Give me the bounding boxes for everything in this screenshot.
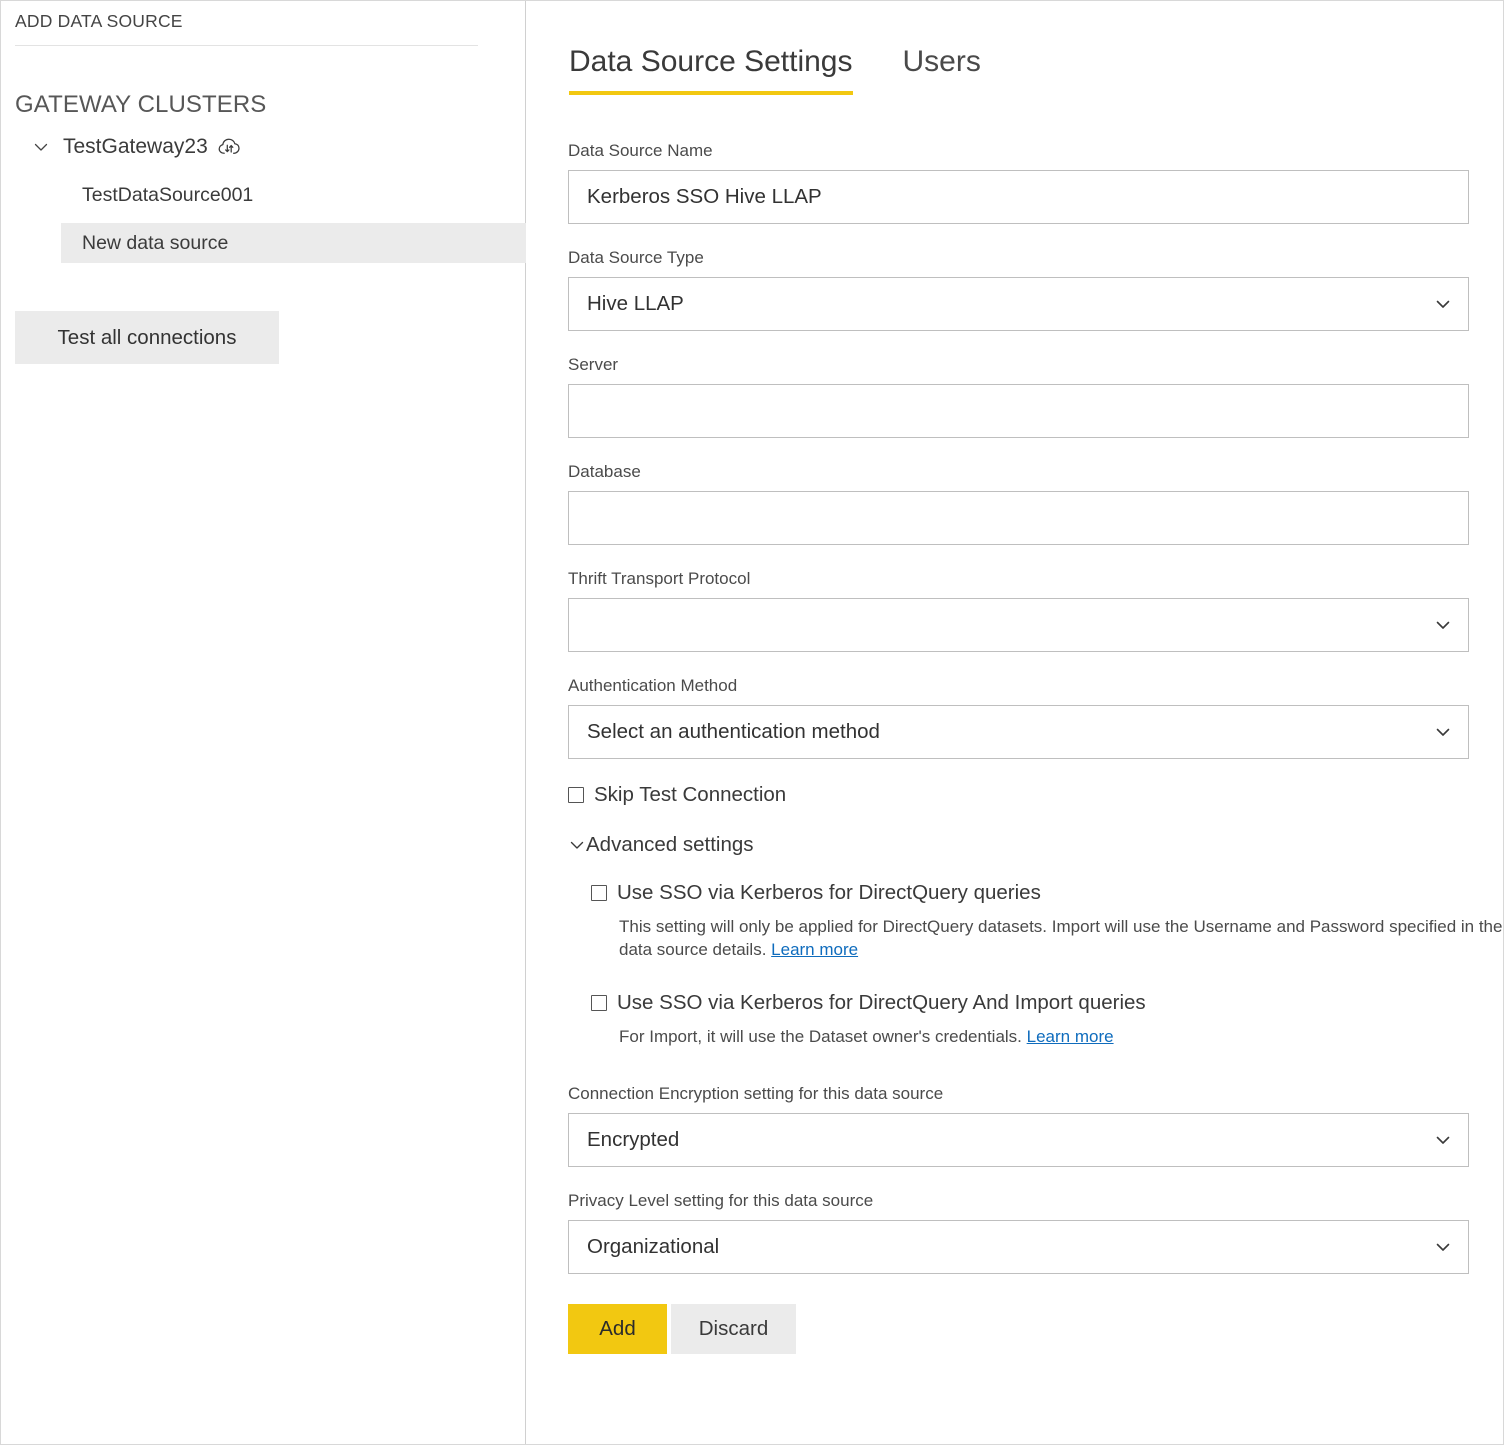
data-source-settings-form: Data Source Name Data Source Type Hive L…	[568, 141, 1469, 1354]
skip-test-connection-checkbox[interactable]: Skip Test Connection	[568, 783, 1469, 807]
sso-directquery-help-body: This setting will only be applied for Di…	[619, 917, 1502, 959]
privacy-level-value: Organizational	[587, 1235, 719, 1259]
thrift-transport-protocol-label: Thrift Transport Protocol	[568, 569, 1469, 589]
checkbox-icon[interactable]	[591, 885, 607, 901]
tab-data-source-settings[interactable]: Data Source Settings	[569, 45, 853, 95]
data-source-detail-pane: Data Source Settings Users Data Source N…	[527, 1, 1503, 1444]
field-data-source-name: Data Source Name	[568, 141, 1469, 224]
list-item-label: TestDataSource001	[82, 184, 253, 207]
authentication-method-dropdown[interactable]: Select an authentication method	[568, 705, 1469, 759]
data-source-type-label: Data Source Type	[568, 248, 1469, 268]
add-button[interactable]: Add	[568, 1304, 667, 1354]
advanced-settings-label: Advanced settings	[586, 833, 754, 857]
privacy-level-label: Privacy Level setting for this data sour…	[568, 1191, 1469, 1211]
chevron-down-icon[interactable]	[29, 135, 53, 159]
tab-strip: Data Source Settings Users	[569, 45, 981, 95]
test-all-connections-button[interactable]: Test all connections	[15, 311, 279, 364]
data-source-type-dropdown[interactable]: Hive LLAP	[568, 277, 1469, 331]
page-title: ADD DATA SOURCE	[15, 11, 183, 32]
chevron-down-icon	[1432, 721, 1454, 743]
field-thrift-transport-protocol: Thrift Transport Protocol	[568, 569, 1469, 652]
connection-encryption-label: Connection Encryption setting for this d…	[568, 1084, 1469, 1104]
sidebar-divider	[15, 45, 478, 46]
advanced-settings-toggle[interactable]: Advanced settings	[568, 833, 1469, 857]
sso-directquery-import-label: Use SSO via Kerberos for DirectQuery And…	[617, 991, 1146, 1015]
sso-directquery-help-text: This setting will only be applied for Di…	[619, 915, 1504, 961]
server-label: Server	[568, 355, 1469, 375]
thrift-transport-protocol-dropdown[interactable]	[568, 598, 1469, 652]
checkbox-icon[interactable]	[591, 995, 607, 1011]
data-source-name-input[interactable]	[568, 170, 1469, 224]
sso-directquery-import-help-body: For Import, it will use the Dataset owne…	[619, 1027, 1022, 1046]
sidebar-item-testdatasource001[interactable]: TestDataSource001	[61, 175, 526, 215]
sidebar-item-new-data-source[interactable]: New data source	[61, 223, 526, 263]
server-input[interactable]	[568, 384, 1469, 438]
list-item-label: New data source	[82, 232, 228, 255]
chevron-down-icon	[1432, 614, 1454, 636]
field-data-source-type: Data Source Type Hive LLAP	[568, 248, 1469, 331]
sso-directquery-label: Use SSO via Kerberos for DirectQuery que…	[617, 881, 1041, 905]
field-privacy-level: Privacy Level setting for this data sour…	[568, 1191, 1469, 1274]
chevron-down-icon	[1432, 1129, 1454, 1151]
field-server: Server	[568, 355, 1469, 438]
connection-encryption-value: Encrypted	[587, 1128, 679, 1152]
advanced-settings-body: Use SSO via Kerberos for DirectQuery que…	[568, 881, 1469, 1048]
skip-test-connection-label: Skip Test Connection	[594, 783, 786, 807]
form-actions: Add Discard	[568, 1304, 1469, 1354]
connection-encryption-dropdown[interactable]: Encrypted	[568, 1113, 1469, 1167]
chevron-down-icon	[1432, 293, 1454, 315]
data-source-name-label: Data Source Name	[568, 141, 1469, 161]
field-authentication-method: Authentication Method Select an authenti…	[568, 676, 1469, 759]
discard-button[interactable]: Discard	[671, 1304, 796, 1354]
authentication-method-label: Authentication Method	[568, 676, 1469, 696]
chevron-down-icon	[1432, 1236, 1454, 1258]
sso-directquery-import-help-text: For Import, it will use the Dataset owne…	[619, 1025, 1504, 1048]
database-input[interactable]	[568, 491, 1469, 545]
add-data-source-page: ADD DATA SOURCE GATEWAY CLUSTERS TestGat…	[0, 0, 1504, 1445]
field-database: Database	[568, 462, 1469, 545]
authentication-method-value: Select an authentication method	[587, 720, 880, 744]
gateway-name-label: TestGateway23	[63, 135, 208, 159]
gateway-sidebar: ADD DATA SOURCE GATEWAY CLUSTERS TestGat…	[1, 1, 526, 1444]
privacy-level-dropdown[interactable]: Organizational	[568, 1220, 1469, 1274]
sidebar-item-testgateway23[interactable]: TestGateway23	[1, 129, 526, 165]
checkbox-icon[interactable]	[568, 787, 584, 803]
tab-users[interactable]: Users	[903, 45, 981, 95]
database-label: Database	[568, 462, 1469, 482]
gateway-clusters-heading: GATEWAY CLUSTERS	[15, 91, 266, 119]
sso-directquery-import-learn-more-link[interactable]: Learn more	[1027, 1027, 1114, 1046]
sso-directquery-import-checkbox[interactable]: Use SSO via Kerberos for DirectQuery And…	[591, 991, 1469, 1015]
sso-directquery-learn-more-link[interactable]: Learn more	[771, 940, 858, 959]
cloud-sync-icon	[217, 136, 243, 158]
chevron-down-icon	[568, 836, 586, 854]
field-connection-encryption: Connection Encryption setting for this d…	[568, 1084, 1469, 1167]
data-source-type-value: Hive LLAP	[587, 292, 684, 316]
sso-directquery-checkbox[interactable]: Use SSO via Kerberos for DirectQuery que…	[591, 881, 1469, 905]
